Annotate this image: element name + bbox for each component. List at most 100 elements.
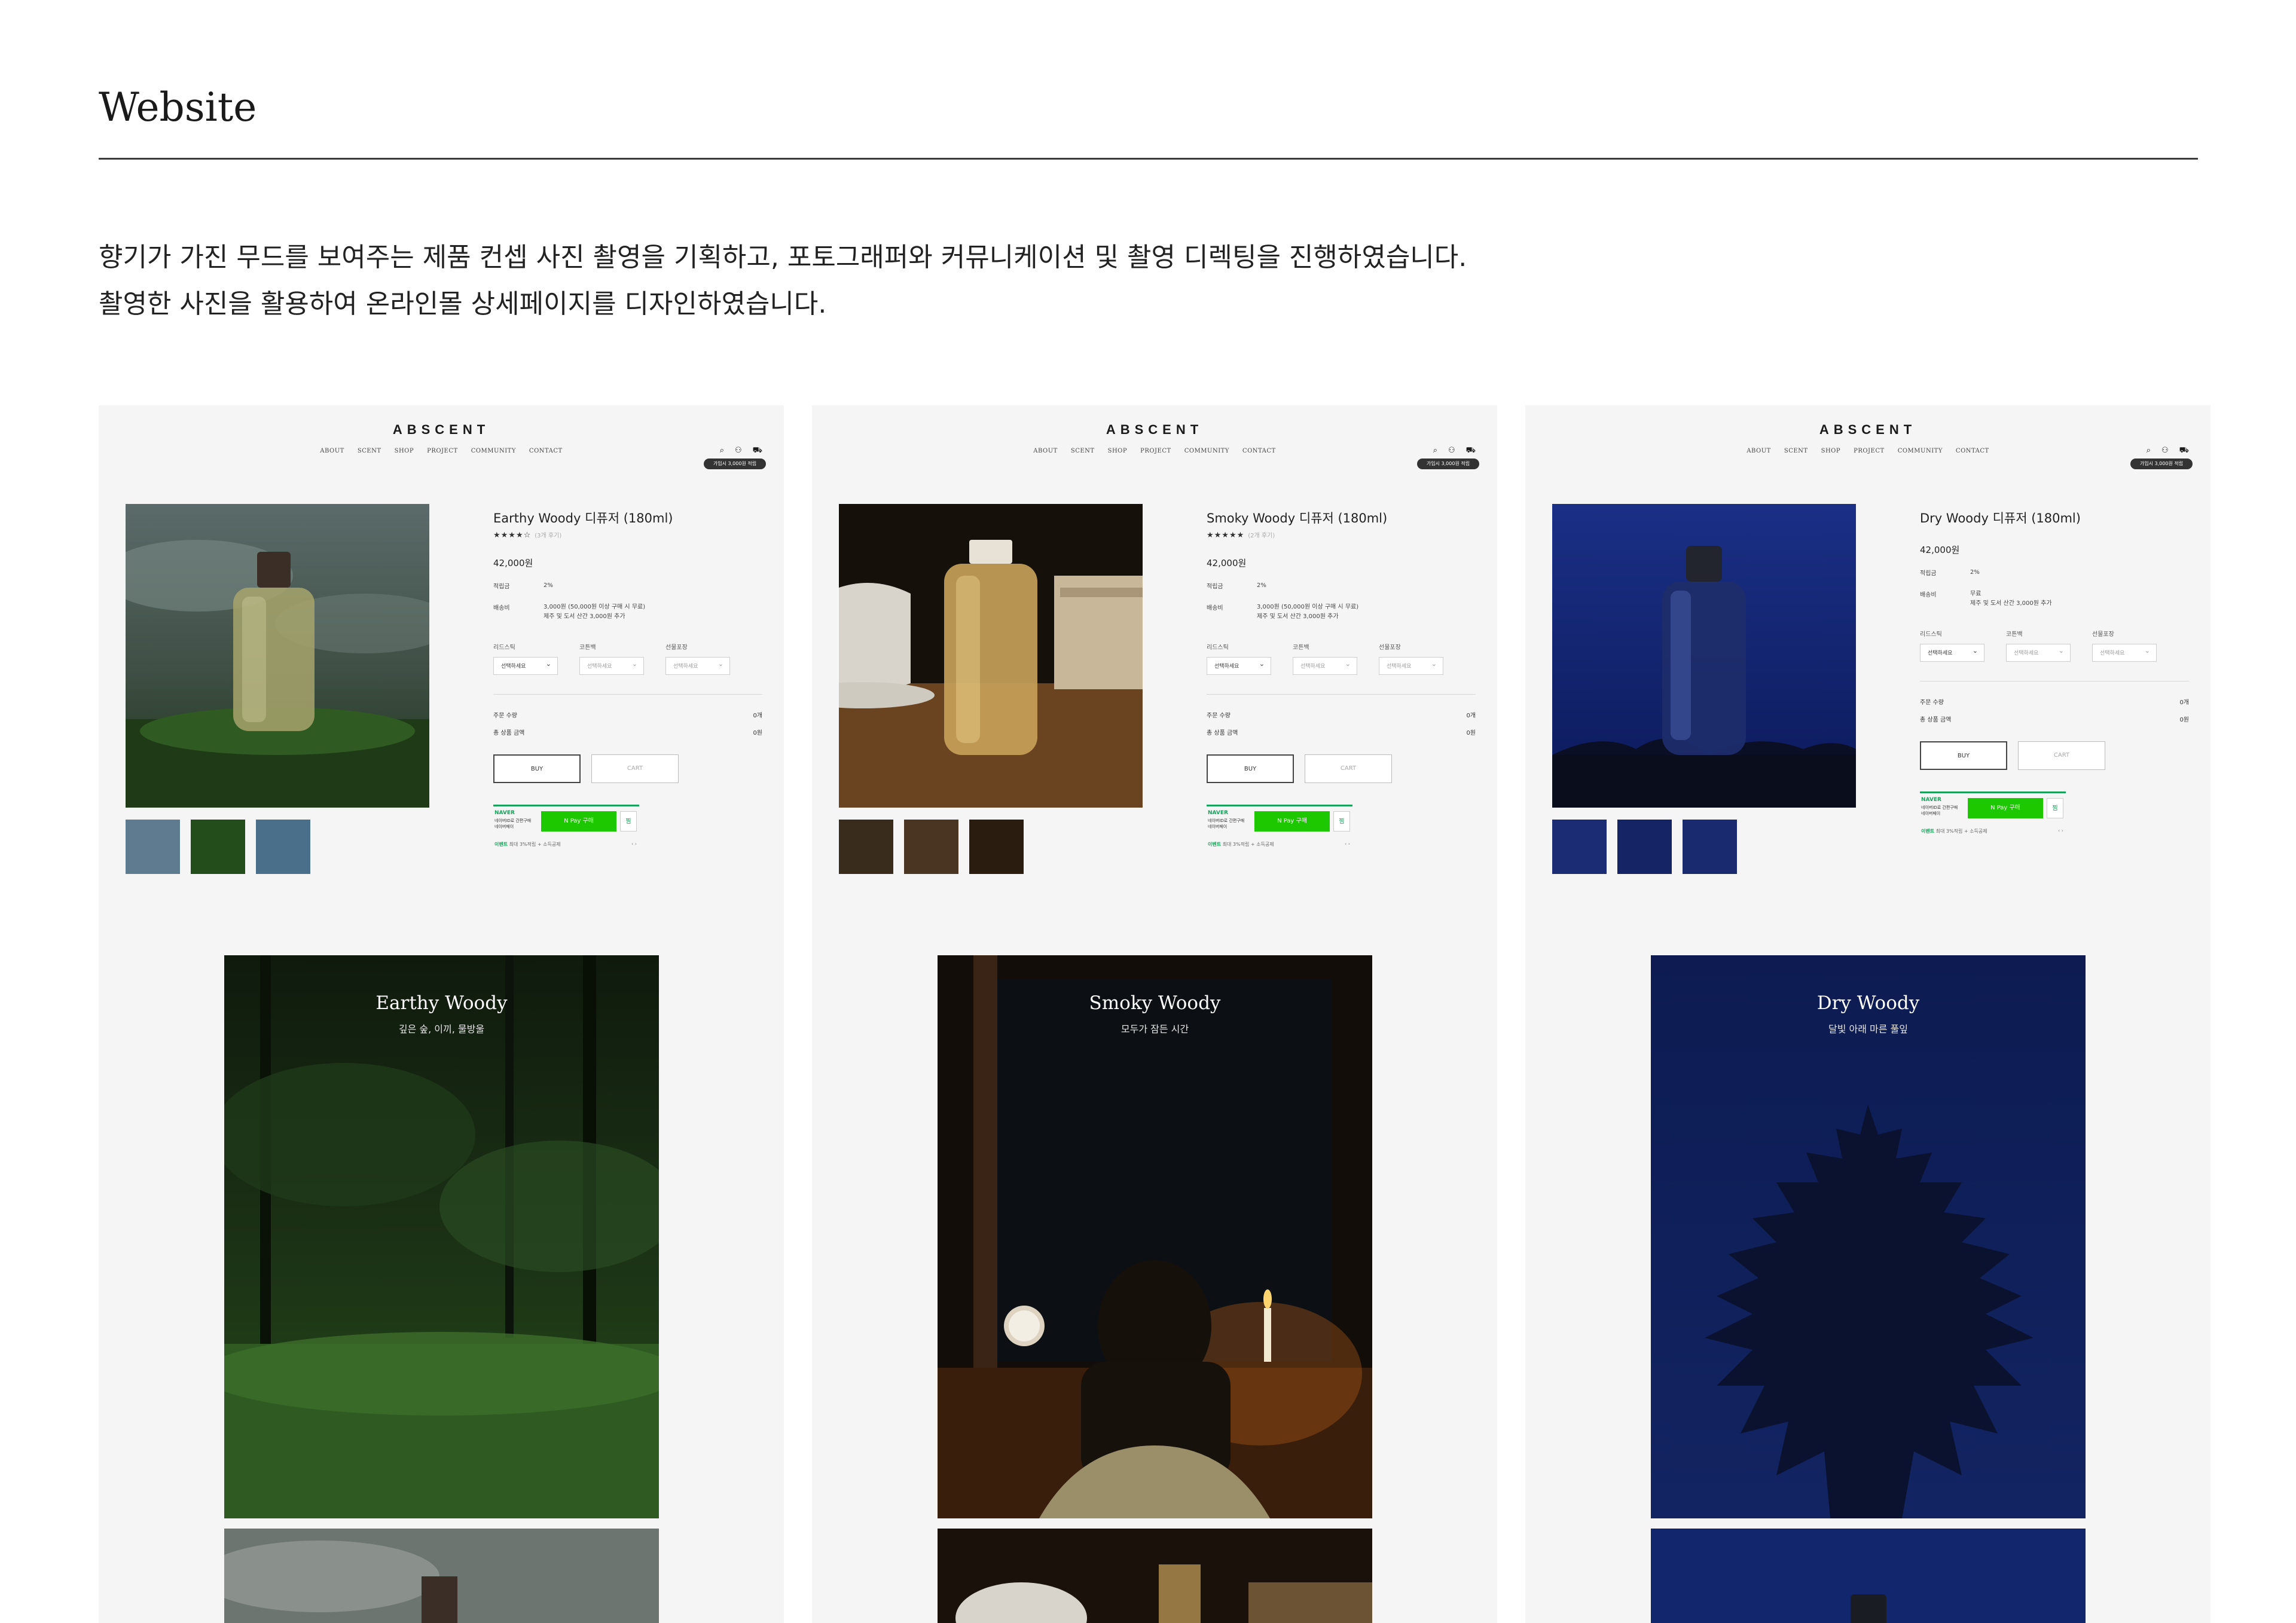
cart-button[interactable]: CART <box>1305 754 1392 783</box>
points-row: 적립금 2% <box>1207 581 1476 591</box>
wishlist-button[interactable]: 찜 <box>2047 798 2063 818</box>
option-label: 선물포장 <box>2092 631 2114 638</box>
nav-item-scent[interactable]: SCENT <box>1071 448 1095 454</box>
nav-item-about[interactable]: ABOUT <box>320 448 344 454</box>
cart-button[interactable]: CART <box>591 754 679 783</box>
options-divider <box>493 694 762 695</box>
nav-item-shop[interactable]: SHOP <box>1821 448 1841 454</box>
shipping-value: 무료 제주 및 도서 산간 3,000원 추가 <box>1970 591 2052 607</box>
option-opt2: 코튼백 선택하세요 <box>2006 629 2071 662</box>
shipping-value: 3,000원 (50,000원 이상 구매 시 무료) 제주 및 도서 산간 3… <box>1257 604 1359 620</box>
mood-hero-image: Dry Woody 달빛 아래 마른 풀잎 <box>1651 955 2086 1518</box>
naver-logo: NAVER <box>494 810 515 816</box>
cart-icon[interactable]: ⛟ <box>1466 446 1476 456</box>
option-label: 코튼백 <box>1293 644 1309 651</box>
search-icon[interactable]: ⌕ <box>1433 446 1437 456</box>
signup-coupon-badge[interactable]: 가입시 3,000원 적립 <box>704 459 766 469</box>
option-opt2: 코튼백 선택하세요 <box>579 642 644 675</box>
search-icon[interactable]: ⌕ <box>720 446 724 456</box>
option-select[interactable]: 선택하세요 <box>1379 655 1443 675</box>
nav-item-scent[interactable]: SCENT <box>1784 448 1808 454</box>
shipping-row: 배송비 3,000원 (50,000원 이상 구매 시 무료) 제주 및 도서 … <box>1207 603 1476 622</box>
cart-icon[interactable]: ⛟ <box>2179 446 2189 456</box>
nav-item-about[interactable]: ABOUT <box>1033 448 1058 454</box>
hero-subtitle: 달빛 아래 마른 풀잎 <box>1828 1023 1909 1035</box>
product-thumbnail-1[interactable] <box>1552 820 1607 874</box>
nav-item-about[interactable]: ABOUT <box>1747 448 1771 454</box>
signup-coupon-badge[interactable]: 가입시 3,000원 적립 <box>2130 459 2193 469</box>
nav-item-project[interactable]: PROJECT <box>427 448 458 454</box>
event-pager-icon[interactable]: ‹ › <box>2058 828 2063 833</box>
nav-item-community[interactable]: COMMUNITY <box>1184 448 1229 454</box>
buy-button[interactable]: BUY <box>493 754 581 783</box>
option-select[interactable]: 선택하세요 <box>2092 642 2157 662</box>
product-thumbnail-1[interactable] <box>839 820 893 874</box>
user-icon[interactable]: ⚇ <box>735 446 742 456</box>
product-thumbnail-3[interactable] <box>1683 820 1737 874</box>
option-label: 선물포장 <box>665 644 688 651</box>
wishlist-button[interactable]: 찜 <box>620 811 637 832</box>
naver-logo: NAVER <box>1208 810 1228 816</box>
option-opt3: 선물포장 선택하세요 <box>1379 642 1443 675</box>
event-pager-icon[interactable]: ‹ › <box>631 841 637 846</box>
product-name: Dry Woody 디퓨저 (180ml) <box>1920 511 2081 525</box>
signup-coupon-badge[interactable]: 가입시 3,000원 적립 <box>1417 459 1479 469</box>
purchase-buttons: BUY CART <box>1920 741 2189 770</box>
header-icons: ⌕ ⚇ ⛟ <box>1433 446 1476 456</box>
product-thumbnail-2[interactable] <box>1617 820 1672 874</box>
naver-pay-button[interactable]: N Pay 구매 <box>541 811 616 832</box>
option-select[interactable]: 선택하세요 <box>579 655 644 675</box>
event-pager-icon[interactable]: ‹ › <box>1345 841 1350 846</box>
nav-item-shop[interactable]: SHOP <box>1108 448 1128 454</box>
option-select[interactable]: 선택하세요 <box>493 655 558 675</box>
naver-pay-button[interactable]: N Pay 구매 <box>1968 798 2043 818</box>
cart-button[interactable]: CART <box>2018 741 2105 770</box>
naver-pay-button[interactable]: N Pay 구매 <box>1254 811 1330 832</box>
search-icon[interactable]: ⌕ <box>2147 446 2151 456</box>
total-label: 총 상품 금액 <box>1207 730 1238 736</box>
option-opt1: 리드스틱 선택하세요 <box>493 642 558 675</box>
nav-item-community[interactable]: COMMUNITY <box>471 448 516 454</box>
product-rating[interactable]: ★★★★★ (2개 후기) <box>1207 530 1476 540</box>
naver-event[interactable]: 이벤트 최대 3%적립 + 소득공제 <box>1921 828 1987 835</box>
user-icon[interactable]: ⚇ <box>2161 446 2169 456</box>
nav-item-project[interactable]: PROJECT <box>1854 448 1885 454</box>
wishlist-button[interactable]: 찜 <box>1333 811 1350 832</box>
product-thumbnail-1[interactable] <box>126 820 180 874</box>
brand-logo[interactable]: ABSCENT <box>1525 422 2210 438</box>
quantity-value: 0개 <box>753 713 762 719</box>
brand-logo[interactable]: ABSCENT <box>99 422 784 438</box>
option-select[interactable]: 선택하세요 <box>665 655 730 675</box>
nav-item-community[interactable]: COMMUNITY <box>1898 448 1943 454</box>
nav-item-shop[interactable]: SHOP <box>395 448 414 454</box>
naver-event[interactable]: 이벤트 최대 3%적립 + 소득공제 <box>1208 841 1274 848</box>
option-select[interactable]: 선택하세요 <box>1920 642 1984 662</box>
product-info: Earthy Woody 디퓨저 (180ml) ★★★★☆ (3개 후기) 42… <box>493 504 762 853</box>
option-select[interactable]: 선택하세요 <box>1207 655 1271 675</box>
quantity-label: 주문 수량 <box>1920 699 1944 706</box>
naver-event[interactable]: 이벤트 최대 3%적립 + 소득공제 <box>494 841 561 848</box>
total-label: 총 상품 금액 <box>493 730 525 736</box>
buy-button[interactable]: BUY <box>1920 741 2007 770</box>
product-thumbnail-2[interactable] <box>191 820 245 874</box>
nav-item-contact[interactable]: CONTACT <box>1242 448 1276 454</box>
product-thumbnails <box>1552 820 1737 874</box>
product-thumbnail-2[interactable] <box>904 820 958 874</box>
option-label: 리드스틱 <box>1920 631 1942 638</box>
product-thumbnail-3[interactable] <box>256 820 310 874</box>
buy-button[interactable]: BUY <box>1207 754 1294 783</box>
option-select[interactable]: 선택하세요 <box>2006 642 2071 662</box>
nav-item-contact[interactable]: CONTACT <box>529 448 563 454</box>
quantity-row: 주문 수량 0개 <box>1920 697 2189 706</box>
user-icon[interactable]: ⚇ <box>1448 446 1455 456</box>
product-thumbnail-3[interactable] <box>969 820 1024 874</box>
nav-item-scent[interactable]: SCENT <box>358 448 381 454</box>
nav-item-project[interactable]: PROJECT <box>1140 448 1171 454</box>
option-select[interactable]: 선택하세요 <box>1293 655 1357 675</box>
nav-item-contact[interactable]: CONTACT <box>1956 448 1989 454</box>
cart-icon[interactable]: ⛟ <box>753 446 762 456</box>
product-rating[interactable]: ★★★★☆ (3개 후기) <box>493 530 762 540</box>
shipping-label: 배송비 <box>1920 592 1937 598</box>
brand-logo[interactable]: ABSCENT <box>812 422 1497 438</box>
event-desc: 최대 3%적립 + 소득공제 <box>1222 842 1274 847</box>
